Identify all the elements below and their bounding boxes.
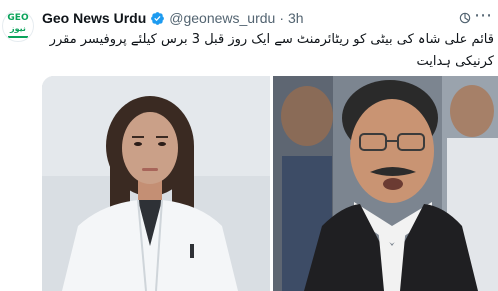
avatar-logo-text: GEO	[7, 13, 29, 23]
separator-dot: ·	[279, 10, 284, 26]
account-name[interactable]: Geo News Urdu	[42, 10, 146, 26]
tweet-timestamp[interactable]: 3h	[288, 10, 304, 26]
more-options-icon[interactable]: ⋯	[474, 6, 492, 24]
tweet-media[interactable]	[42, 76, 498, 291]
verified-badge-icon	[151, 11, 165, 25]
account-handle[interactable]: @geonews_urdu	[169, 10, 275, 26]
tweet-text: قائم علی شاہ کی بیٹی کو ریٹائرمنٹ سے ایک…	[49, 32, 494, 69]
left-photo	[42, 76, 270, 291]
right-photo	[273, 76, 498, 291]
topic-icon[interactable]	[458, 11, 472, 25]
tweet-header: Geo News Urdu @geonews_urdu · 3h	[42, 8, 304, 28]
avatar-logo-bar	[8, 36, 28, 38]
avatar-logo-subtext: نیوز	[10, 24, 26, 33]
media-image	[42, 76, 498, 291]
account-avatar[interactable]: GEO نیوز	[2, 10, 34, 42]
